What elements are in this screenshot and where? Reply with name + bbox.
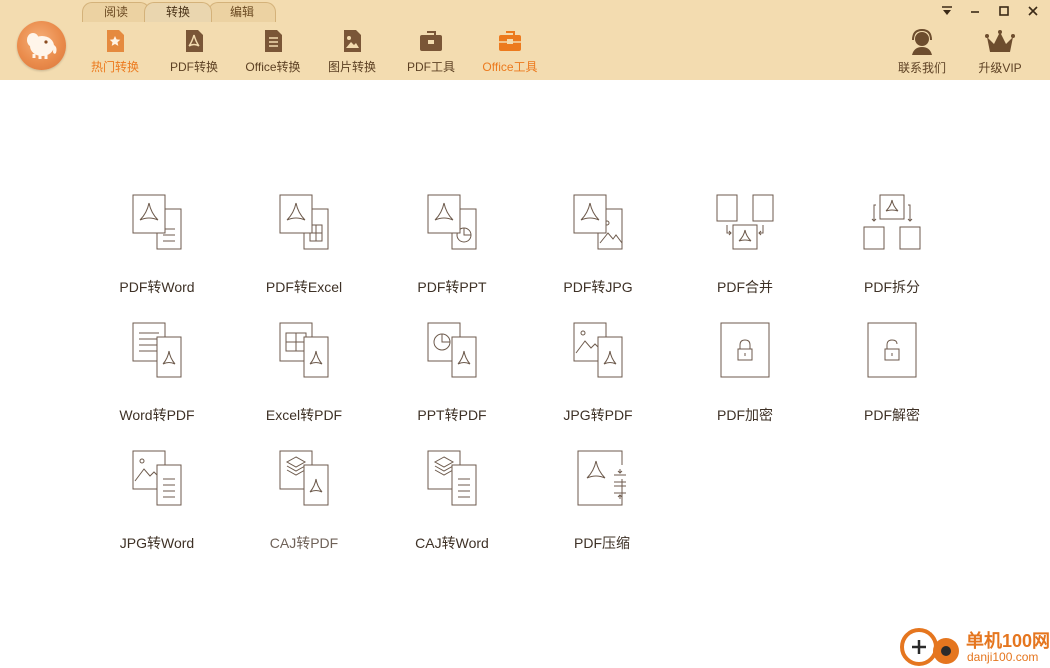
vip-label: 升级VIP bbox=[978, 61, 1022, 75]
tool-caj-to-word[interactable]: CAJ转Word bbox=[392, 449, 512, 559]
tool-pdf-to-word[interactable]: PDF转Word bbox=[97, 193, 217, 303]
office-toolbox-icon bbox=[499, 31, 521, 51]
image-doc-icon bbox=[344, 30, 361, 52]
unlock-icon bbox=[867, 322, 917, 378]
watermark-url: danji100.com bbox=[967, 650, 1039, 664]
nav-label: Office转换 bbox=[245, 60, 301, 74]
compress-icon bbox=[577, 450, 626, 506]
tool-excel-to-pdf[interactable]: Excel转PDF bbox=[244, 321, 364, 431]
tool-jpg-to-pdf[interactable]: JPG转PDF bbox=[538, 321, 658, 431]
tool-pdf-to-excel[interactable]: PDF转Excel bbox=[244, 193, 364, 303]
nav-pdf-tools[interactable]: PDF工具 bbox=[391, 28, 471, 76]
tool-label: CAJ转Word bbox=[415, 535, 489, 551]
toolbox-icon bbox=[420, 31, 442, 51]
tool-pdf-split[interactable]: PDF拆分 bbox=[832, 193, 952, 303]
tool-pdf-compress[interactable]: PDF压缩 bbox=[542, 449, 662, 559]
tab-edit[interactable]: 编辑 bbox=[208, 2, 276, 22]
tool-label: PDF转Excel bbox=[265, 279, 343, 295]
tool-label: PPT转PDF bbox=[417, 407, 487, 423]
tool-pdf-encrypt[interactable]: PDF加密 bbox=[685, 321, 805, 431]
tool-label: Excel转PDF bbox=[265, 407, 343, 423]
pdf-to-ppt-icon bbox=[427, 194, 477, 250]
nav-office-tools[interactable]: Office工具 bbox=[470, 28, 550, 76]
app-window: 阅读 编辑 转换 热门转换 PDF转换 Office转换 图片转换 PDF工具 … bbox=[0, 0, 1050, 668]
tool-label: PDF转PPT bbox=[417, 279, 487, 295]
menu-dropdown-icon[interactable] bbox=[938, 4, 956, 22]
tool-jpg-to-word[interactable]: JPG转Word bbox=[97, 449, 217, 559]
jpg-to-word-icon bbox=[132, 450, 182, 506]
excel-to-pdf-icon bbox=[279, 322, 329, 378]
nav-pdf-convert[interactable]: PDF转换 bbox=[154, 28, 234, 76]
close-icon[interactable] bbox=[1024, 4, 1042, 22]
crown-icon bbox=[985, 30, 1015, 52]
jpg-to-pdf-icon bbox=[573, 322, 623, 378]
contact-label: 联系我们 bbox=[897, 61, 946, 75]
nav-label: 图片转换 bbox=[327, 60, 376, 74]
pdf-to-word-icon bbox=[132, 194, 182, 250]
pdf-to-jpg-icon bbox=[573, 194, 623, 250]
tool-label: PDF转JPG bbox=[563, 279, 633, 295]
star-doc-icon bbox=[107, 30, 124, 52]
tool-pdf-merge[interactable]: PDF合并 bbox=[685, 193, 805, 303]
customer-service-icon bbox=[912, 28, 932, 55]
pdf-doc-icon bbox=[186, 30, 203, 52]
upgrade-vip-button[interactable]: 升级VIP bbox=[965, 28, 1035, 76]
pdf-split-icon bbox=[863, 194, 921, 250]
tool-label: JPG转PDF bbox=[563, 407, 633, 423]
tool-ppt-to-pdf[interactable]: PPT转PDF bbox=[392, 321, 512, 431]
tool-label: PDF压缩 bbox=[574, 535, 630, 551]
tool-caj-to-pdf[interactable]: CAJ转PDF bbox=[244, 449, 364, 559]
nav-label: 热门转换 bbox=[90, 60, 139, 74]
nav-office-convert[interactable]: Office转换 bbox=[233, 28, 313, 76]
contact-us-button[interactable]: 联系我们 bbox=[887, 28, 957, 76]
tool-label: PDF合并 bbox=[717, 279, 773, 295]
pdf-merge-icon bbox=[716, 194, 774, 250]
ppt-to-pdf-icon bbox=[427, 322, 477, 378]
tool-label: CAJ转PDF bbox=[269, 535, 339, 551]
tool-pdf-to-jpg[interactable]: PDF转JPG bbox=[538, 193, 658, 303]
nav-image-convert[interactable]: 图片转换 bbox=[312, 28, 392, 76]
caj-to-pdf-icon bbox=[279, 450, 329, 506]
tool-label: PDF转Word bbox=[119, 279, 195, 295]
tool-pdf-decrypt[interactable]: PDF解密 bbox=[832, 321, 952, 431]
elephant-icon bbox=[27, 33, 57, 59]
office-doc-icon bbox=[265, 30, 282, 52]
tool-word-to-pdf[interactable]: Word转PDF bbox=[97, 321, 217, 431]
tab-convert[interactable]: 转换 bbox=[144, 2, 212, 22]
minimize-icon[interactable] bbox=[966, 4, 984, 22]
tool-label: Word转PDF bbox=[119, 407, 195, 423]
watermark: 单机100网 danji100.com bbox=[900, 625, 1050, 668]
nav-label: Office工具 bbox=[482, 60, 538, 74]
header-bar: 阅读 编辑 转换 热门转换 PDF转换 Office转换 图片转换 PDF工具 … bbox=[0, 0, 1050, 80]
caj-to-word-icon bbox=[427, 450, 477, 506]
nav-label: PDF转换 bbox=[169, 60, 218, 74]
app-logo[interactable] bbox=[17, 21, 66, 70]
tool-label: PDF拆分 bbox=[864, 279, 920, 295]
nav-hot-convert[interactable]: 热门转换 bbox=[75, 28, 155, 76]
lock-icon bbox=[720, 322, 770, 378]
tool-pdf-to-ppt[interactable]: PDF转PPT bbox=[392, 193, 512, 303]
pdf-to-excel-icon bbox=[279, 194, 329, 250]
tab-read[interactable]: 阅读 bbox=[82, 2, 150, 22]
watermark-logo-icon bbox=[900, 628, 959, 666]
maximize-icon[interactable] bbox=[995, 4, 1013, 22]
tool-label: PDF解密 bbox=[864, 407, 920, 423]
nav-label: PDF工具 bbox=[406, 60, 455, 74]
tool-label: PDF加密 bbox=[717, 407, 773, 423]
tool-label: JPG转Word bbox=[119, 535, 195, 551]
word-to-pdf-icon bbox=[132, 322, 182, 378]
